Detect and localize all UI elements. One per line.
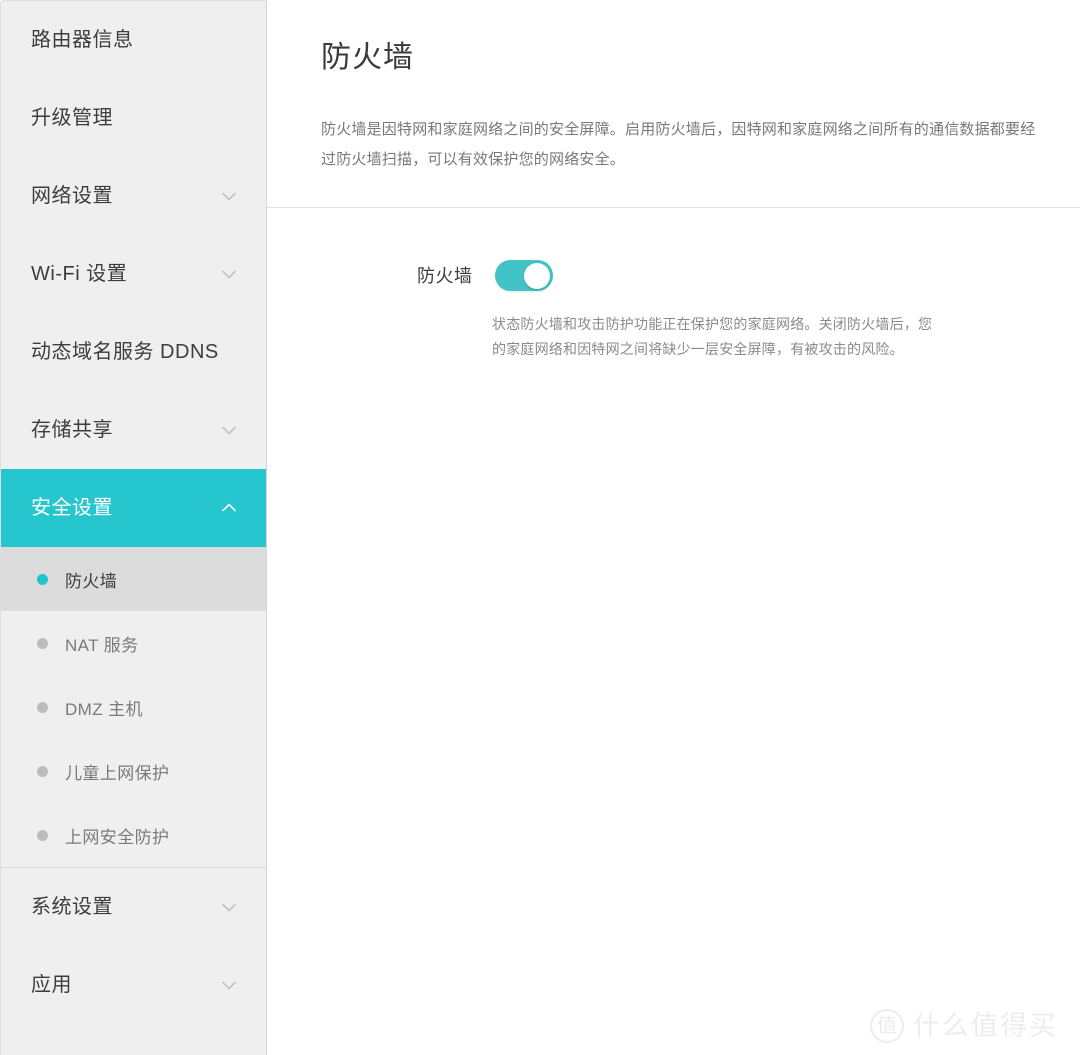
- bullet-icon: [37, 829, 48, 841]
- page-description: 防火墙是因特网和家庭网络之间的安全屏障。启用防火墙后，因特网和家庭网络之间所有的…: [321, 121, 1036, 168]
- sidebar-item-label: 存储共享: [31, 419, 113, 441]
- chevron-down-icon: [218, 263, 240, 285]
- submenu-item-label: DMZ 主机: [65, 699, 143, 719]
- bullet-icon: [37, 765, 48, 777]
- sidebar-nav: 路由器信息 升级管理 网络设置 Wi-Fi 设置 动态域名服务 DDNS 存储共…: [0, 0, 267, 1055]
- watermark: 值 什么值得买: [870, 1009, 1058, 1043]
- watermark-logo-icon: 值: [870, 1009, 904, 1043]
- sidebar-menu: 路由器信息 升级管理 网络设置 Wi-Fi 设置 动态域名服务 DDNS 存储共…: [1, 1, 266, 1024]
- sidebar-item-label: Wi-Fi 设置: [31, 263, 128, 285]
- firewall-hint-line-2: 的家庭网络和因特网之间将缺少一层安全屏障，有被攻击的风险。: [492, 340, 904, 357]
- sidebar-item-ddns[interactable]: 动态域名服务 DDNS: [1, 313, 266, 391]
- sidebar-submenu-security: 防火墙 NAT 服务 DMZ 主机 儿童上网保护 上网安全防护: [1, 547, 266, 868]
- sidebar-item-system-settings[interactable]: 系统设置: [1, 868, 266, 946]
- sidebar-item-wifi-settings[interactable]: Wi-Fi 设置: [1, 235, 266, 313]
- submenu-list: 防火墙 NAT 服务 DMZ 主机 儿童上网保护 上网安全防护: [1, 547, 266, 868]
- chevron-down-icon: [218, 419, 240, 441]
- bullet-icon: [37, 637, 48, 649]
- sidebar-item-security-settings[interactable]: 安全设置: [1, 469, 266, 547]
- sidebar-item-router-info[interactable]: 路由器信息: [1, 1, 266, 79]
- sidebar-item-label: 路由器信息: [31, 29, 134, 51]
- submenu-item-label: NAT 服务: [65, 635, 139, 655]
- bullet-icon: [37, 573, 48, 585]
- main-content: 防火墙 防火墙是因特网和家庭网络之间的安全屏障。启用防火墙后，因特网和家庭网络之…: [267, 0, 1080, 1055]
- chevron-down-icon: [218, 896, 240, 918]
- firewall-toggle-switch[interactable]: [494, 260, 553, 291]
- submenu-item-web-security[interactable]: 上网安全防护: [1, 803, 266, 867]
- submenu-item-label: 防火墙: [65, 571, 118, 591]
- sidebar-item-label: 升级管理: [31, 107, 113, 129]
- router-admin-page: 路由器信息 升级管理 网络设置 Wi-Fi 设置 动态域名服务 DDNS 存储共…: [0, 0, 1080, 1055]
- sidebar-item-label: 应用: [31, 974, 72, 996]
- chevron-up-icon: [218, 497, 240, 519]
- sidebar-item-label: 安全设置: [31, 497, 113, 519]
- watermark-text: 什么值得买: [913, 1010, 1058, 1041]
- firewall-toggle-label: 防火墙: [417, 265, 473, 286]
- sidebar-item-applications[interactable]: 应用: [1, 946, 266, 1024]
- sidebar-item-upgrade-management[interactable]: 升级管理: [1, 79, 266, 157]
- chevron-down-icon: [218, 185, 240, 207]
- submenu-item-label: 上网安全防护: [65, 827, 170, 847]
- firewall-toggle-row: 防火墙: [267, 260, 1080, 291]
- sidebar-item-label: 网络设置: [31, 185, 113, 207]
- submenu-item-child-protection[interactable]: 儿童上网保护: [1, 739, 266, 803]
- submenu-item-nat-service[interactable]: NAT 服务: [1, 611, 266, 675]
- firewall-hint-line-1: 状态防火墙和攻击防护功能正在保护您的家庭网络。关闭防火墙后，您: [492, 316, 933, 332]
- sidebar-item-label: 动态域名服务 DDNS: [31, 341, 219, 363]
- page-header: 防火墙 防火墙是因特网和家庭网络之间的安全屏障。启用防火墙后，因特网和家庭网络之…: [267, 0, 1080, 175]
- firewall-setting-block: 防火墙 状态防火墙和攻击防护功能正在保护您的家庭网络。关闭防火墙后，您 的家庭网…: [267, 208, 1080, 361]
- firewall-hint-text: 状态防火墙和攻击防护功能正在保护您的家庭网络。关闭防火墙后，您 的家庭网络和因特…: [267, 312, 1080, 361]
- bullet-icon: [37, 701, 48, 713]
- submenu-item-dmz-host[interactable]: DMZ 主机: [1, 675, 266, 739]
- chevron-down-icon: [218, 974, 240, 996]
- page-title: 防火墙: [321, 41, 414, 74]
- submenu-item-label: 儿童上网保护: [65, 763, 170, 783]
- toggle-knob: [524, 262, 550, 289]
- submenu-item-firewall[interactable]: 防火墙: [1, 547, 266, 611]
- sidebar-item-network-settings[interactable]: 网络设置: [1, 157, 266, 235]
- sidebar-item-storage-sharing[interactable]: 存储共享: [1, 391, 266, 469]
- sidebar-item-label: 系统设置: [31, 896, 113, 918]
